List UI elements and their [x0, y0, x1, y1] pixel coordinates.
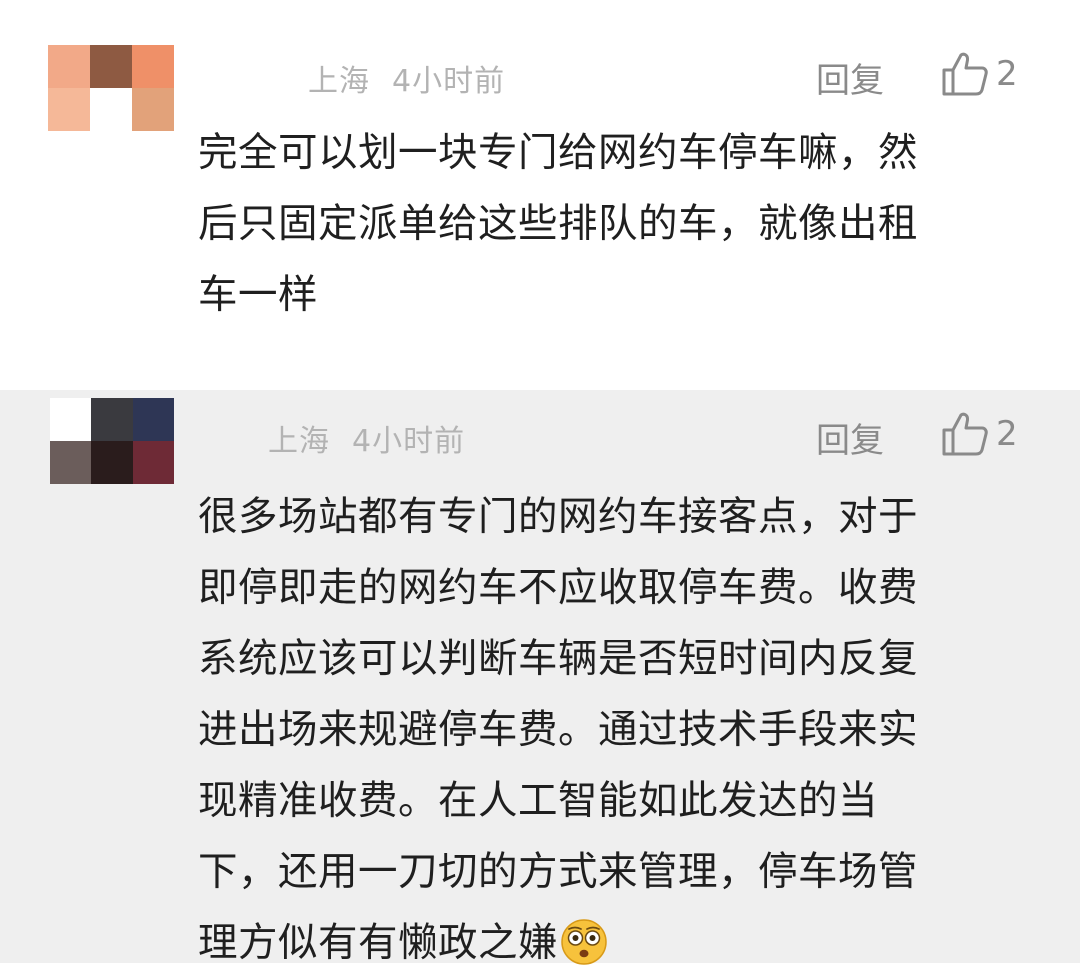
- comment-text-line: 后只固定派单给这些排队的车，就像出租: [198, 201, 918, 247]
- avatar-pixel: [132, 441, 174, 484]
- avatar-pixel: [132, 45, 174, 88]
- reply-button[interactable]: 回复: [816, 53, 884, 102]
- comment-text-line: 下，还用一刀切的方式来管理，停车场管: [198, 849, 918, 895]
- comment-time: 4小时前: [352, 424, 466, 459]
- avatar[interactable]: [50, 398, 174, 484]
- thumbs-up-icon: [942, 412, 988, 456]
- avatar-pixel: [132, 398, 174, 441]
- comment-text-line: 即停即走的网约车不应收取停车费。收费: [198, 565, 918, 611]
- comment-item: 上海 4小时前 回复 2 很多场站都有专门的网约车接客点，对于 即停即走的网约车不…: [0, 390, 1080, 966]
- avatar-pixel: [91, 398, 133, 441]
- comment-text-line: 完全可以划一块专门给网约车停车嘛，然: [198, 130, 918, 176]
- comment-text-line: 系统应该可以判断车辆是否短时间内反复: [198, 636, 918, 682]
- avatar-pixel: [90, 88, 132, 131]
- comment-text-line: 现精准收费。在人工智能如此发达的当: [198, 778, 878, 824]
- avatar-pixel: [90, 45, 132, 88]
- flushed-face-emoji: [561, 918, 607, 965]
- avatar-pixel: [50, 398, 92, 441]
- avatar-pixel: [91, 441, 133, 484]
- avatar-pixel: [48, 45, 90, 88]
- comment-text-line: 进出场来规避停车费。通过技术手段来实: [198, 707, 918, 753]
- like-button[interactable]: 2: [940, 50, 1018, 98]
- thumbs-up-icon: [942, 52, 988, 96]
- comment-location: 上海: [268, 424, 330, 459]
- comment-meta: 上海 4小时前: [268, 416, 465, 460]
- avatar-pixel: [50, 441, 92, 484]
- comment-text-line: 很多场站都有专门的网约车接客点，对于: [198, 494, 918, 540]
- comment-text: 完全可以划一块专门给网约车停车嘛，然 后只固定派单给这些排队的车，就像出租 车一…: [198, 118, 1018, 331]
- comment-text-line: 车一样: [198, 272, 318, 318]
- reply-button[interactable]: 回复: [816, 413, 884, 462]
- comment-meta: 上海 4小时前: [308, 56, 505, 100]
- comment-text-segment: 理方似有有懒政之嫌: [198, 920, 558, 966]
- like-count: 2: [996, 54, 1018, 94]
- comment-time: 4小时前: [392, 64, 506, 99]
- avatar-pixel: [48, 88, 90, 131]
- like-button[interactable]: 2: [940, 410, 1018, 458]
- avatar-pixel: [132, 88, 174, 131]
- avatar[interactable]: [48, 45, 174, 131]
- like-count: 2: [996, 414, 1018, 454]
- comment-item: 上海 4小时前 回复 2 完全可以划一块专门给网约车停车嘛，然 后只固定派单给这些…: [0, 0, 1080, 390]
- comment-location: 上海: [308, 64, 370, 99]
- comment-text-line-last: 理方似有有懒政之嫌: [198, 908, 1018, 979]
- comment-text: 很多场站都有专门的网约车接客点，对于 即停即走的网约车不应收取停车费。收费 系统…: [198, 482, 1018, 979]
